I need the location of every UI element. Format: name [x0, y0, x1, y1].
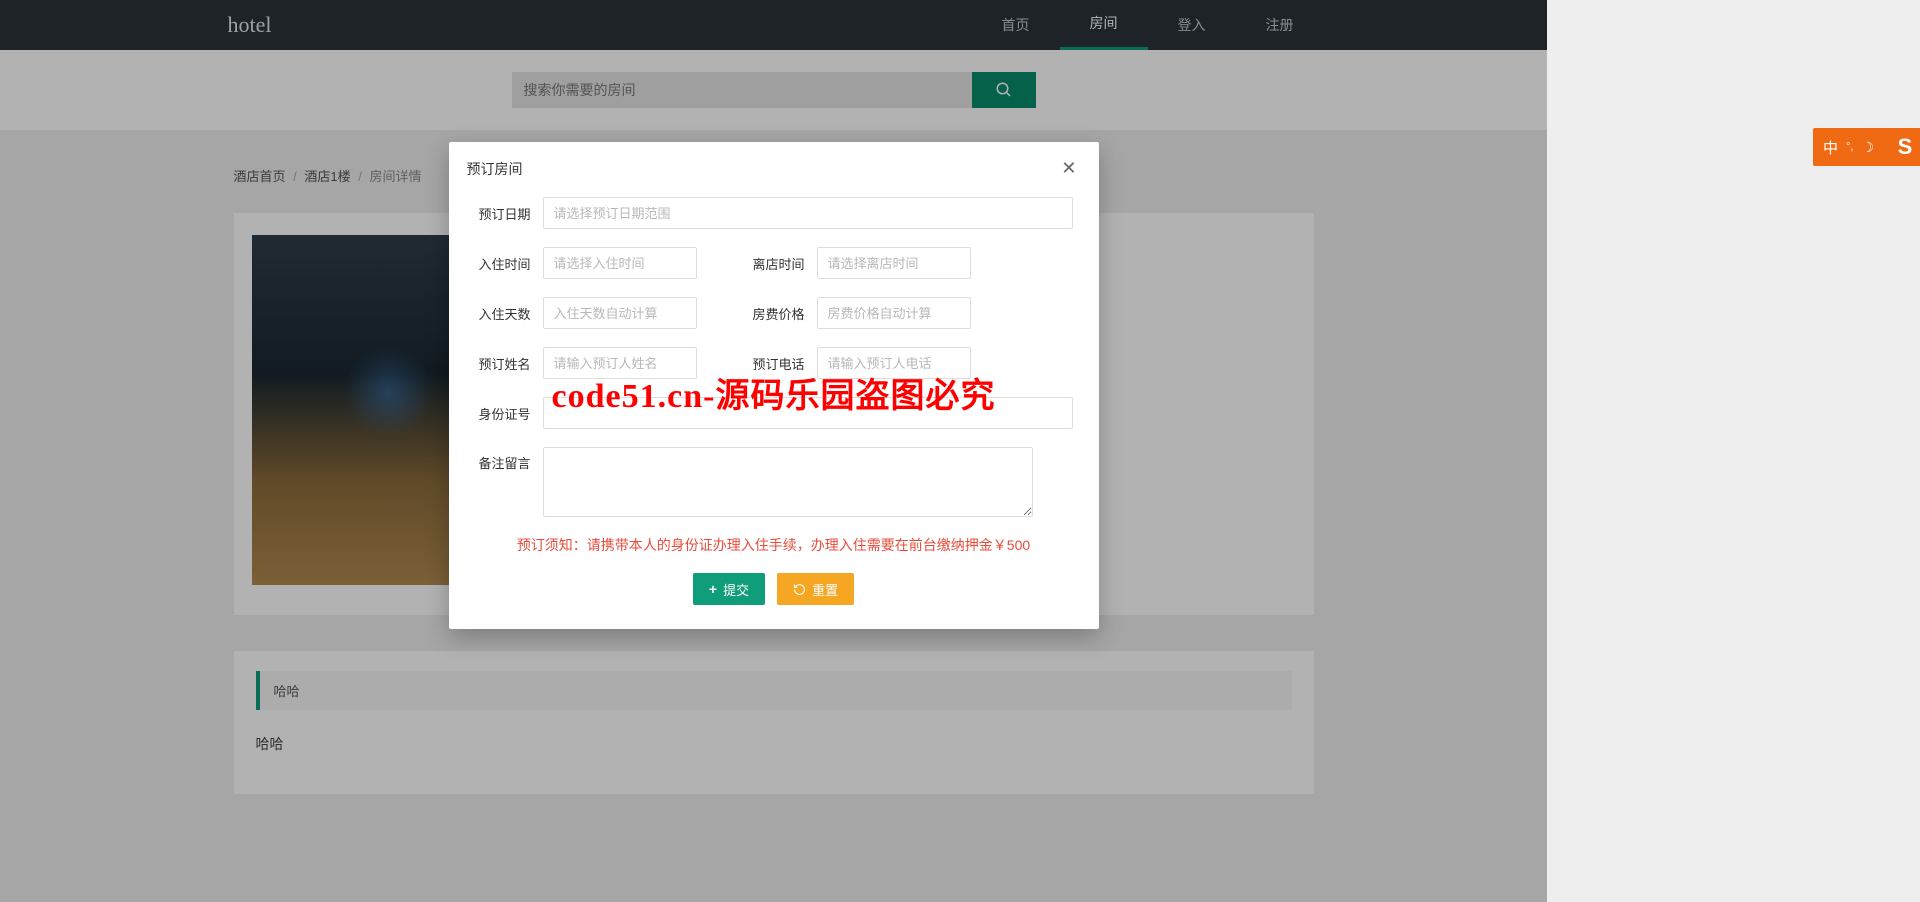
close-icon: ✕: [1061, 158, 1076, 178]
input-checkout-time[interactable]: [817, 247, 971, 279]
label-stay-days: 入住天数: [475, 304, 531, 323]
ime-toolbar[interactable]: 中 °, ☽ S: [1813, 128, 1920, 166]
booking-notice: 预订须知：请携带本人的身份证办理入住手续，办理入住需要在前台缴纳押金￥500: [475, 535, 1073, 555]
plus-icon: +: [709, 582, 717, 596]
label-guest-name: 预订姓名: [475, 354, 531, 373]
ime-lang-indicator[interactable]: 中: [1823, 137, 1838, 158]
modal-title: 预订房间: [467, 159, 523, 179]
submit-button[interactable]: + 提交: [693, 573, 765, 605]
input-id-number[interactable]: [543, 397, 1073, 429]
input-booking-date[interactable]: [543, 197, 1073, 229]
label-remark: 备注留言: [475, 447, 531, 472]
input-stay-days[interactable]: [543, 297, 697, 329]
label-guest-phone: 预订电话: [749, 354, 805, 373]
modal-close-button[interactable]: ✕: [1057, 156, 1080, 181]
label-id-number: 身份证号: [475, 404, 531, 423]
ime-punct-icon[interactable]: °,: [1846, 141, 1853, 153]
label-checkout-time: 离店时间: [749, 254, 805, 273]
input-checkin-time[interactable]: [543, 247, 697, 279]
input-guest-name[interactable]: [543, 347, 697, 379]
label-booking-date: 预订日期: [475, 204, 531, 223]
reset-button[interactable]: 重置: [777, 573, 854, 605]
submit-button-label: 提交: [723, 580, 749, 599]
label-room-price: 房费价格: [749, 304, 805, 323]
input-guest-phone[interactable]: [817, 347, 971, 379]
input-room-price[interactable]: [817, 297, 971, 329]
label-checkin-time: 入住时间: [475, 254, 531, 273]
reset-button-label: 重置: [812, 580, 838, 599]
sogou-logo-icon[interactable]: S: [1894, 136, 1916, 158]
textarea-remark[interactable]: [543, 447, 1033, 517]
booking-modal: 预订房间 ✕ 预订日期 入住时间 离店时间: [449, 142, 1099, 629]
moon-icon[interactable]: ☽: [1861, 139, 1874, 156]
refresh-icon: [793, 583, 806, 596]
